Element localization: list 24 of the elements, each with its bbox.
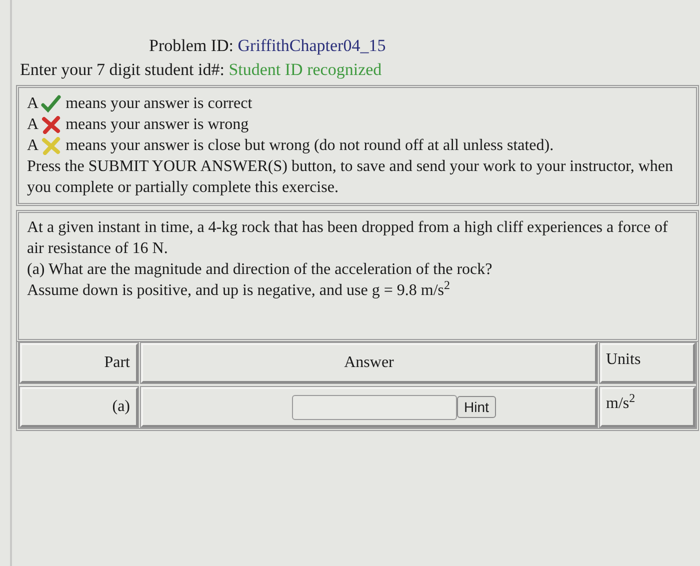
column-header: Answer xyxy=(141,343,597,383)
cross-icon xyxy=(40,136,61,154)
question-text: At a given instant in time, a 4-kg rock that has been dropped from a high cliff experiences a force of air resistance of 16 N. xyxy=(27,218,669,259)
column-header: Units xyxy=(600,343,695,383)
cross-icon xyxy=(40,116,61,134)
instructions-text: Press the SUBMIT YOUR ANSWER(S) button, to save and send your work to your instructor, when you complete or partially complete this exercise. xyxy=(27,157,674,198)
question-text: (a) What are the magnitude and direction of the acceleration of the rock? xyxy=(27,260,494,280)
legend-prefix: A xyxy=(27,94,39,114)
part-cell: (a) xyxy=(20,387,138,427)
problem-id: GriffithChapter04_15 xyxy=(238,36,386,55)
legend-text: means your answer is correct xyxy=(66,94,252,114)
question-text: Assume down is positive, and up is negative, and use g = 9.8 m/s$^{2}$ xyxy=(27,280,451,301)
check-icon xyxy=(40,94,61,112)
answer-field[interactable] xyxy=(292,394,458,420)
hint-button[interactable]: Hint xyxy=(457,396,496,418)
problem-label: Problem ID: xyxy=(149,36,234,55)
legend-text: means your answer is wrong xyxy=(66,115,249,135)
legend-text: means your answer is close but wrong (do not round off at all unless stated). xyxy=(66,136,554,156)
units-cell: m/s$^{2}$ xyxy=(600,387,695,427)
column-header: Part xyxy=(20,343,138,383)
legend-prefix: A xyxy=(27,136,39,156)
legend-prefix: A xyxy=(27,115,39,135)
student-id-status: Student ID recognized xyxy=(228,60,382,79)
student-id-label: Enter your 7 digit student id#: xyxy=(20,60,224,79)
